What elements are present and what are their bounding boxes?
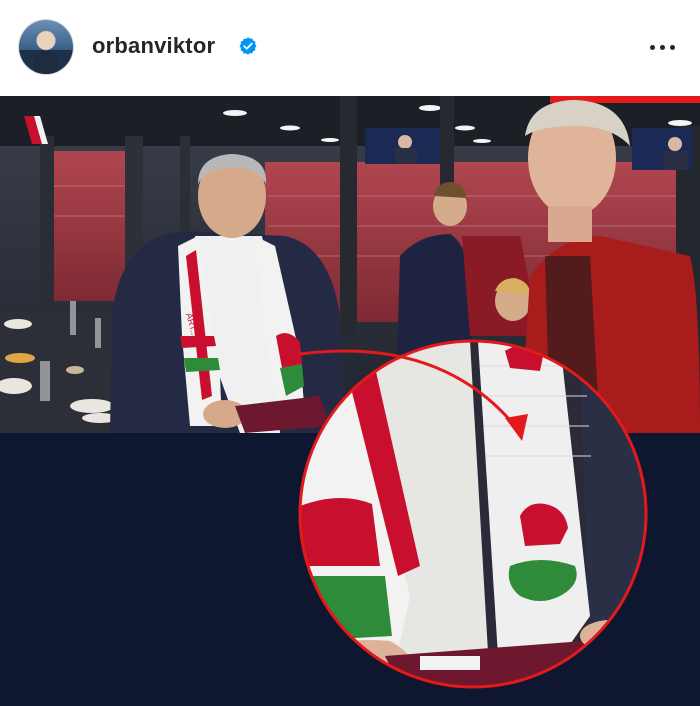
verified-badge-icon [239, 37, 257, 55]
photo-scene: ÁRT... [0, 96, 700, 689]
dot-icon [659, 44, 665, 50]
post-header: orbanviktor [0, 0, 700, 96]
profile-avatar[interactable] [19, 20, 73, 74]
dot-icon [669, 44, 675, 50]
dot-icon [649, 44, 655, 50]
post-photo[interactable]: ÁRT... [0, 96, 700, 706]
username-link[interactable]: orbanviktor [92, 33, 215, 59]
more-options-button[interactable] [644, 32, 680, 62]
